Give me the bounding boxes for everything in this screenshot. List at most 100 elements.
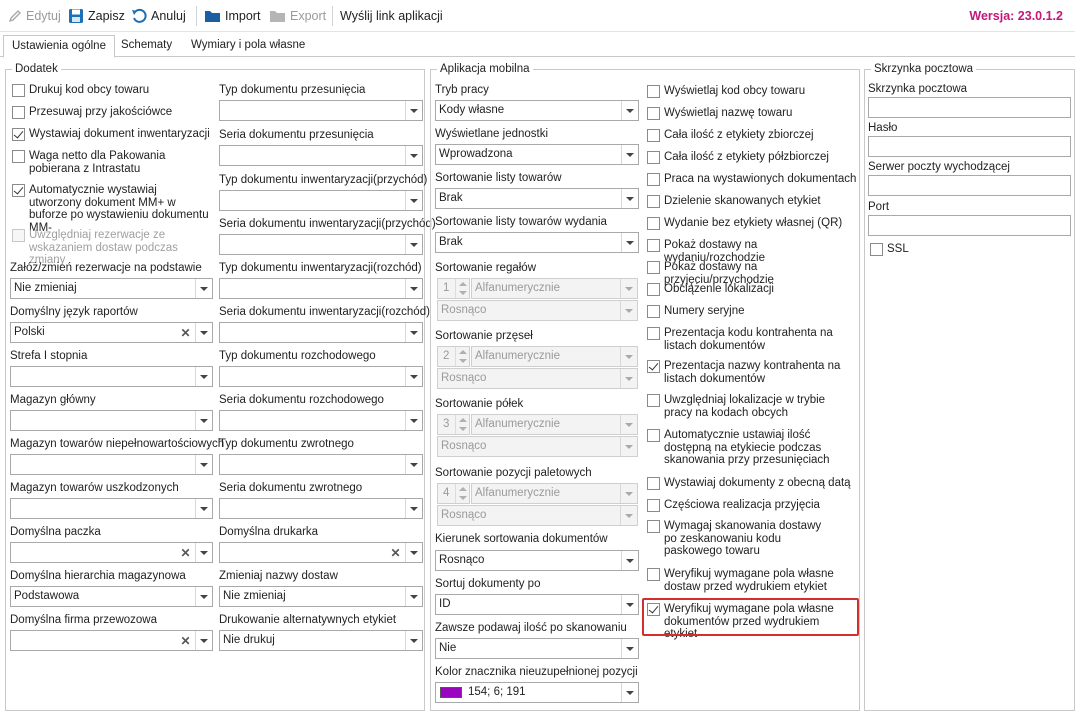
- transfer-doc-series-select[interactable]: [219, 145, 423, 166]
- checkbox-require-delivery-scan[interactable]: Wymagaj skanowania dostawy po zeskanowan…: [647, 520, 837, 558]
- port-input[interactable]: [868, 215, 1071, 236]
- chevron-down-icon[interactable]: [405, 101, 422, 120]
- rack-sort-priority-spinner[interactable]: 1: [437, 278, 470, 299]
- incomplete-marker-color-picker[interactable]: 154; 6; 191: [435, 682, 639, 703]
- chevron-down-icon[interactable]: [620, 347, 637, 366]
- chevron-down-icon[interactable]: [195, 543, 212, 562]
- alt-labels-printing-select[interactable]: Nie drukuj: [219, 630, 423, 651]
- chevron-down-icon[interactable]: [405, 587, 422, 606]
- checkbox-locations-foreign-codes[interactable]: Uwzględniaj lokalizacje w trybie pracy n…: [647, 394, 852, 419]
- tab-general-settings[interactable]: Ustawienia ogólne: [3, 35, 115, 58]
- rack-sort-type-select[interactable]: Alfanumerycznie: [471, 278, 638, 299]
- tab-schemes[interactable]: Schematy: [113, 35, 180, 57]
- checkbox-box[interactable]: [12, 150, 25, 163]
- pallet-position-sort-priority-spinner[interactable]: 4: [437, 483, 470, 504]
- bay-sort-order-select[interactable]: Rosnąco: [437, 368, 638, 389]
- bay-sort-priority-spinner[interactable]: 2: [437, 346, 470, 367]
- save-button[interactable]: Zapisz: [68, 6, 125, 26]
- transfer-doc-type-select[interactable]: [219, 100, 423, 121]
- checkbox-show-product-name[interactable]: Wyświetlaj nazwę towaru: [647, 107, 857, 120]
- checkbox-box[interactable]: [12, 84, 25, 97]
- expense-doc-type-select[interactable]: [219, 366, 423, 387]
- checkbox-issue-inventory-doc[interactable]: Wystawiaj dokument inwentaryzacji: [12, 128, 212, 141]
- inventory-expense-series-select[interactable]: [219, 322, 423, 343]
- checkbox-work-on-issued-docs[interactable]: Praca na wystawionych dokumentach: [647, 173, 857, 186]
- inventory-income-series-select[interactable]: [219, 234, 423, 255]
- chevron-down-icon[interactable]: [405, 631, 422, 650]
- clear-icon[interactable]: ✕: [177, 631, 194, 650]
- chevron-down-icon[interactable]: [405, 543, 422, 562]
- checkbox-current-date-docs[interactable]: Wystawiaj dokumenty z obecną datą: [647, 477, 857, 490]
- checkbox-box[interactable]: [647, 151, 660, 164]
- checkbox-box[interactable]: [12, 184, 25, 197]
- checkbox-split-scanned-labels[interactable]: Dzielenie skanowanych etykiet: [647, 195, 857, 208]
- cancel-button[interactable]: Anuluj: [131, 6, 186, 26]
- checkbox-box[interactable]: [870, 243, 883, 256]
- carrier-select[interactable]: ✕: [10, 630, 213, 651]
- spinner-arrows-icon[interactable]: [455, 279, 469, 298]
- password-input[interactable]: [868, 136, 1071, 157]
- checkbox-box[interactable]: [647, 261, 660, 274]
- clear-icon[interactable]: ✕: [177, 323, 194, 342]
- checkbox-issue-without-qr[interactable]: Wydanie bez etykiety własnej (QR): [647, 217, 857, 230]
- edit-button[interactable]: Edytuj: [8, 6, 61, 26]
- smtp-server-input[interactable]: [868, 175, 1071, 196]
- substandard-warehouse-select[interactable]: [10, 454, 213, 475]
- chevron-down-icon[interactable]: [195, 631, 212, 650]
- chevron-down-icon[interactable]: [621, 639, 638, 658]
- chevron-down-icon[interactable]: [405, 411, 422, 430]
- chevron-down-icon[interactable]: [405, 279, 422, 298]
- checkbox-full-qty-semi-collective[interactable]: Cała ilość z etykiety półzbiorczej: [647, 151, 857, 164]
- shelf-sort-order-select[interactable]: Rosnąco: [437, 436, 638, 457]
- default-package-select[interactable]: ✕: [10, 542, 213, 563]
- clear-icon[interactable]: ✕: [387, 543, 404, 562]
- chevron-down-icon[interactable]: [195, 499, 212, 518]
- chevron-down-icon[interactable]: [195, 279, 212, 298]
- checkbox-box[interactable]: [647, 107, 660, 120]
- checkbox-partial-receipt[interactable]: Częściowa realizacja przyjęcia: [647, 499, 857, 512]
- mailbox-input[interactable]: [868, 97, 1071, 118]
- checkbox-box[interactable]: [647, 85, 660, 98]
- qty-after-scan-select[interactable]: Nie: [435, 638, 639, 659]
- chevron-down-icon[interactable]: [620, 301, 637, 320]
- chevron-down-icon[interactable]: [621, 683, 638, 702]
- checkbox-box[interactable]: [647, 520, 660, 533]
- checkbox-box[interactable]: [647, 129, 660, 142]
- checkbox-box[interactable]: [647, 239, 660, 252]
- chevron-down-icon[interactable]: [620, 415, 637, 434]
- checkbox-box[interactable]: [647, 327, 660, 340]
- reservation-basis-select[interactable]: Nie zmieniaj: [10, 278, 213, 299]
- chevron-down-icon[interactable]: [405, 323, 422, 342]
- chevron-down-icon[interactable]: [405, 455, 422, 474]
- checkbox-verify-delivery-fields[interactable]: Weryfikuj wymagane pola własne dostaw pr…: [647, 568, 837, 593]
- export-button[interactable]: Export: [269, 6, 326, 26]
- chevron-down-icon[interactable]: [195, 367, 212, 386]
- checkbox-show-contractor-code[interactable]: Prezentacja kodu kontrahenta na listach …: [647, 327, 837, 352]
- checkbox-auto-issue-mm[interactable]: Automatycznie wystawiaj utworzony dokume…: [12, 184, 212, 234]
- shelf-sort-type-select[interactable]: Alfanumerycznie: [471, 414, 638, 435]
- checkbox-box[interactable]: [647, 283, 660, 296]
- bay-sort-type-select[interactable]: Alfanumerycznie: [471, 346, 638, 367]
- shelf-sort-priority-spinner[interactable]: 3: [437, 414, 470, 435]
- zone-first-level-select[interactable]: [10, 366, 213, 387]
- checkbox-net-weight-intrastat[interactable]: Waga netto dla Pakowania pobierana z Int…: [12, 150, 212, 175]
- checkbox-box[interactable]: [647, 477, 660, 490]
- checkbox-auto-available-qty[interactable]: Automatycznie ustawiaj ilość dostępną na…: [647, 429, 837, 467]
- chevron-down-icon[interactable]: [621, 233, 638, 252]
- chevron-down-icon[interactable]: [621, 595, 638, 614]
- warehouse-hierarchy-select[interactable]: Podstawowa: [10, 586, 213, 607]
- chevron-down-icon[interactable]: [620, 279, 637, 298]
- tab-dimensions-custom-fields[interactable]: Wymiary i pola własne: [183, 35, 313, 57]
- pallet-position-sort-order-select[interactable]: Rosnąco: [437, 505, 638, 526]
- checkbox-box[interactable]: [647, 568, 660, 581]
- sort-docs-by-select[interactable]: ID: [435, 594, 639, 615]
- chevron-down-icon[interactable]: [405, 146, 422, 165]
- pallet-position-sort-type-select[interactable]: Alfanumerycznie: [471, 483, 638, 504]
- checkbox-serial-numbers[interactable]: Numery seryjne: [647, 305, 857, 318]
- chevron-down-icon[interactable]: [195, 323, 212, 342]
- chevron-down-icon[interactable]: [195, 411, 212, 430]
- checkbox-box[interactable]: [647, 499, 660, 512]
- checkbox-show-foreign-code[interactable]: Wyświetlaj kod obcy towaru: [647, 85, 857, 98]
- rack-sort-order-select[interactable]: Rosnąco: [437, 300, 638, 321]
- spinner-arrows-icon[interactable]: [455, 415, 469, 434]
